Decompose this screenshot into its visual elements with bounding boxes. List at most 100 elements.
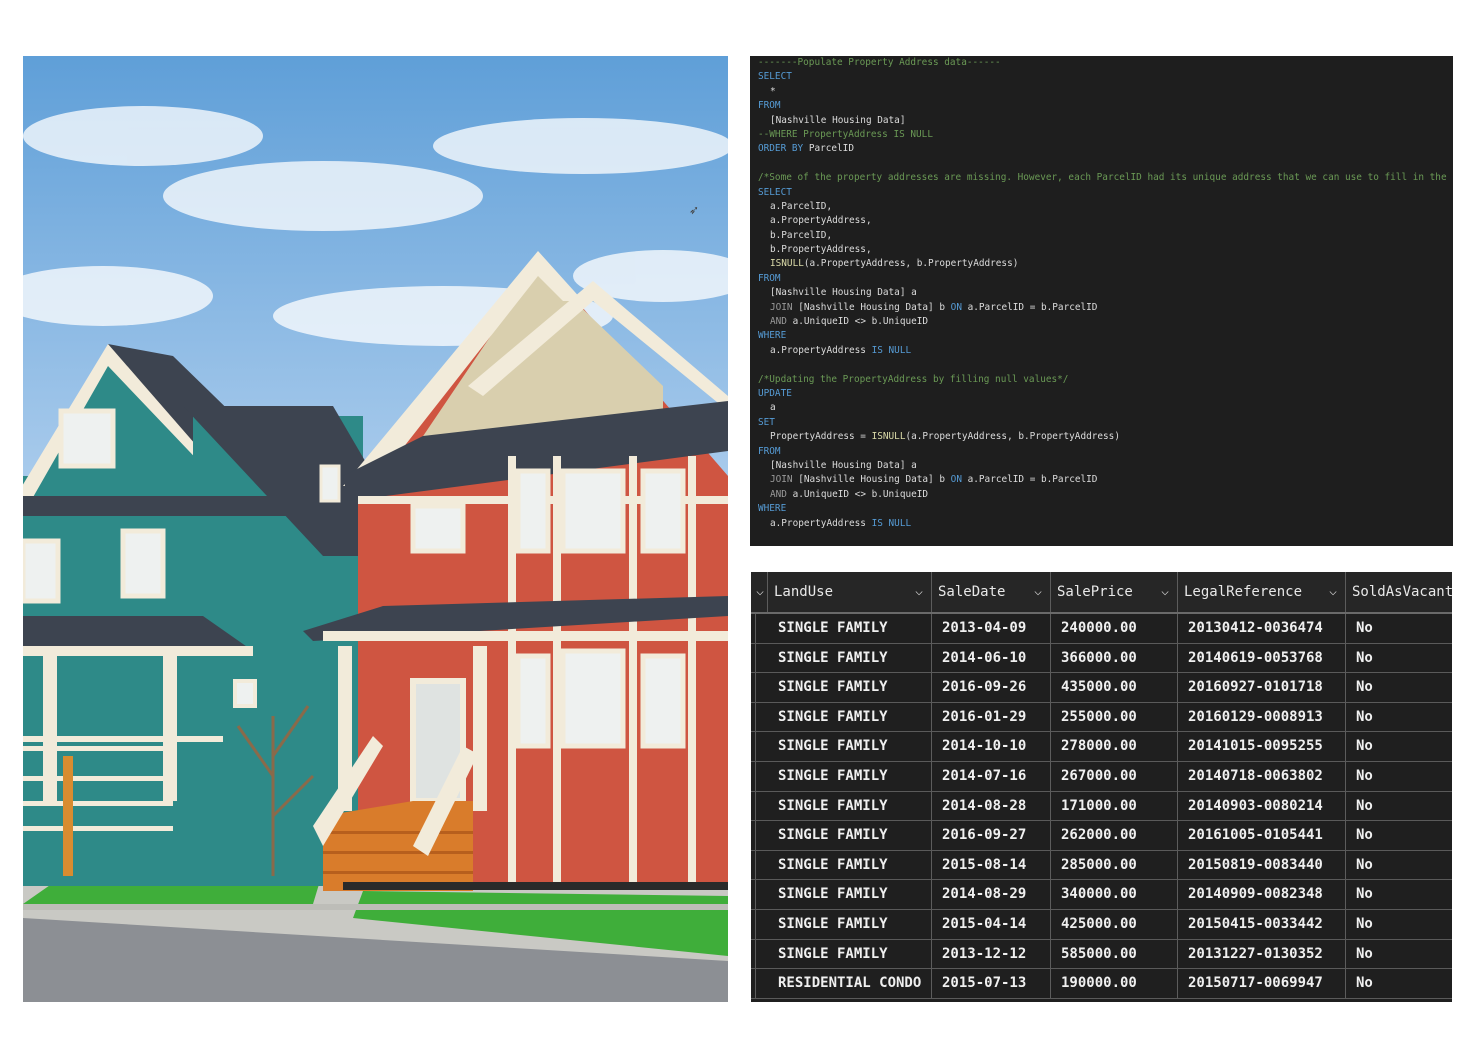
table-row[interactable]: SINGLE FAMILY 2014-06-10 366000.00 20140619… (751, 643, 1452, 674)
cell-saledate[interactable]: 2015-07-13 (932, 969, 1051, 998)
cell-saleprice[interactable]: 366000.00 (1051, 643, 1178, 673)
cell-soldasvacant[interactable]: No (1346, 732, 1452, 761)
cell-saleprice[interactable]: 285000.00 (1051, 850, 1178, 880)
results-grid[interactable]: ⌵ LandUse ⌵ SaleDate ⌵ SalePrice ⌵ LegalRef… (751, 572, 1452, 1002)
cell-prev[interactable] (751, 614, 756, 643)
cell-prev[interactable] (751, 732, 756, 761)
cell-saleprice[interactable]: 435000.00 (1051, 673, 1178, 702)
cell-saledate[interactable]: 2016-01-29 (932, 702, 1051, 732)
cell-soldasvacant[interactable]: No (1346, 851, 1452, 880)
cell-landuse[interactable]: SINGLE FAMILY (768, 732, 932, 761)
sql-editor[interactable]: -------Populate Property Address data---… (750, 56, 1453, 546)
cell-legalreference[interactable]: 20130412-0036474 (1178, 614, 1346, 643)
cell-legalreference[interactable]: 20160129-0008913 (1178, 702, 1346, 732)
cell-prev[interactable] (751, 643, 756, 673)
cell-prev[interactable] (751, 791, 756, 821)
cell-legalreference[interactable]: 20140909-0082348 (1178, 880, 1346, 909)
chevron-down-icon[interactable]: ⌵ (1329, 572, 1337, 612)
cell-soldasvacant[interactable]: No (1346, 821, 1452, 850)
cell-prev[interactable] (751, 702, 756, 732)
cell-soldasvacant[interactable]: No (1346, 792, 1452, 821)
column-header-saledate[interactable]: SaleDate ⌵ (932, 572, 1051, 612)
cell-saledate[interactable]: 2014-08-28 (932, 791, 1051, 821)
cell-saledate[interactable]: 2014-08-29 (932, 880, 1051, 909)
table-row[interactable]: SINGLE FAMILY 2016-09-26 435000.00 20160927… (751, 673, 1452, 703)
cell-soldasvacant[interactable]: No (1346, 762, 1452, 791)
cell-saleprice[interactable]: 240000.00 (1051, 614, 1178, 643)
cell-landuse[interactable]: SINGLE FAMILY (768, 880, 932, 909)
chevron-down-icon[interactable]: ⌵ (756, 572, 764, 612)
cell-saleprice[interactable]: 278000.00 (1051, 732, 1178, 761)
cell-saledate[interactable]: 2015-04-14 (932, 910, 1051, 939)
cell-landuse[interactable]: SINGLE FAMILY (768, 821, 932, 850)
cell-prev[interactable] (751, 850, 756, 880)
cell-prev[interactable] (751, 821, 756, 850)
cell-soldasvacant[interactable]: No (1346, 880, 1452, 909)
cell-soldasvacant[interactable]: No (1346, 673, 1452, 702)
cell-saledate[interactable]: 2015-08-14 (932, 850, 1051, 880)
cell-legalreference[interactable]: 20150415-0033442 (1178, 910, 1346, 939)
cell-legalreference[interactable]: 20140903-0080214 (1178, 791, 1346, 821)
cell-saleprice[interactable]: 425000.00 (1051, 910, 1178, 939)
table-row[interactable]: SINGLE FAMILY 2016-01-29 255000.00 20160129… (751, 702, 1452, 733)
cell-saledate[interactable]: 2016-09-27 (932, 821, 1051, 850)
cell-landuse[interactable]: SINGLE FAMILY (768, 614, 932, 643)
column-header-prev[interactable]: ⌵ (751, 572, 768, 612)
cell-prev[interactable]: 0 (751, 910, 756, 939)
column-header-saleprice[interactable]: SalePrice ⌵ (1051, 572, 1178, 612)
cell-saledate[interactable]: 2014-07-16 (932, 762, 1051, 791)
cell-legalreference[interactable]: 20160927-0101718 (1178, 673, 1346, 702)
cell-soldasvacant[interactable]: No (1346, 703, 1452, 732)
column-header-landuse[interactable]: LandUse ⌵ (768, 572, 932, 612)
table-row[interactable]: SINGLE FAMILY 2014-07-16 267000.00 20140718… (751, 762, 1452, 792)
cell-saleprice[interactable]: 585000.00 (1051, 939, 1178, 969)
table-row[interactable]: SINGLE FAMILY 2014-08-29 340000.00 20140909… (751, 880, 1452, 910)
cell-prev[interactable]: 0 (751, 939, 756, 969)
chevron-down-icon[interactable]: ⌵ (1034, 572, 1042, 612)
cell-soldasvacant[interactable]: No (1346, 969, 1452, 998)
cell-saleprice[interactable]: 171000.00 (1051, 791, 1178, 821)
cell-legalreference[interactable]: 20140718-0063802 (1178, 762, 1346, 791)
cell-landuse[interactable]: SINGLE FAMILY (768, 910, 932, 939)
cell-landuse[interactable]: SINGLE FAMILY (768, 762, 932, 791)
cell-soldasvacant[interactable]: No (1346, 910, 1452, 939)
table-row[interactable]: SINGLE FAMILY 2013-04-09 240000.00 20130412… (751, 614, 1452, 644)
cell-saledate[interactable]: 2014-10-10 (932, 732, 1051, 761)
cell-soldasvacant[interactable]: No (1346, 644, 1452, 673)
cell-legalreference[interactable]: 20140619-0053768 (1178, 643, 1346, 673)
cell-soldasvacant[interactable]: No (1346, 614, 1452, 643)
cell-landuse[interactable]: SINGLE FAMILY (768, 939, 932, 969)
cell-landuse[interactable]: SINGLE FAMILY (768, 643, 932, 673)
cell-prev[interactable] (751, 673, 756, 702)
cell-saleprice[interactable]: 255000.00 (1051, 702, 1178, 732)
cell-soldasvacant[interactable]: No (1346, 940, 1452, 969)
cell-prev[interactable] (751, 762, 756, 791)
cell-landuse[interactable]: RESIDENTIAL CONDO (768, 969, 932, 998)
cell-saledate[interactable]: 2016-09-26 (932, 673, 1051, 702)
table-row[interactable]: 0 RESIDENTIAL CONDO2015-07-13190000.00201… (751, 969, 1452, 999)
cell-prev[interactable]: 0 (751, 969, 756, 998)
column-header-soldasvacant[interactable]: SoldAsVacant (1346, 572, 1452, 612)
cell-landuse[interactable]: SINGLE FAMILY (768, 850, 932, 880)
column-header-legalreference[interactable]: LegalReference ⌵ (1178, 572, 1346, 612)
table-row[interactable]: 0 SINGLE FAMILY2015-04-14425000.002015041… (751, 910, 1452, 940)
cell-saleprice[interactable]: 267000.00 (1051, 762, 1178, 791)
table-row[interactable]: SINGLE FAMILY 2014-08-28 171000.00 20140903… (751, 791, 1452, 822)
cell-legalreference[interactable]: 20161005-0105441 (1178, 821, 1346, 850)
cell-saledate[interactable]: 2013-04-09 (932, 614, 1051, 643)
cell-saledate[interactable]: 2014-06-10 (932, 643, 1051, 673)
cell-landuse[interactable]: SINGLE FAMILY (768, 702, 932, 732)
cell-landuse[interactable]: SINGLE FAMILY (768, 791, 932, 821)
cell-saleprice[interactable]: 340000.00 (1051, 880, 1178, 909)
table-row[interactable]: SINGLE FAMILY 2016-09-27 262000.00 20161005… (751, 821, 1452, 851)
table-row[interactable]: 0 SINGLE FAMILY2013-12-12585000.002013122… (751, 939, 1452, 970)
cell-saleprice[interactable]: 190000.00 (1051, 969, 1178, 998)
cell-prev[interactable] (751, 880, 756, 909)
cell-saledate[interactable]: 2013-12-12 (932, 939, 1051, 969)
cell-legalreference[interactable]: 20150717-0069947 (1178, 969, 1346, 998)
cell-legalreference[interactable]: 20141015-0095255 (1178, 732, 1346, 761)
table-row[interactable]: SINGLE FAMILY 2015-08-14 285000.00 20150819… (751, 850, 1452, 881)
cell-landuse[interactable]: SINGLE FAMILY (768, 673, 932, 702)
chevron-down-icon[interactable]: ⌵ (1161, 572, 1169, 612)
chevron-down-icon[interactable]: ⌵ (915, 572, 923, 612)
